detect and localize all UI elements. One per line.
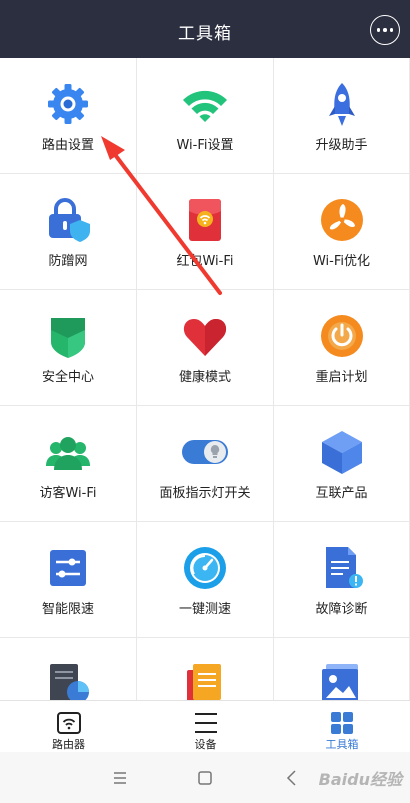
lock-shield-icon [44,196,92,244]
tool-label: 访客Wi-Fi [39,486,97,501]
menu-icon[interactable] [108,766,132,790]
tool-label: 智能限速 [41,602,94,617]
tool-connected-products[interactable]: 互联产品 [274,406,410,522]
list-menu-icon [193,710,219,736]
fan-icon [318,196,366,244]
more-dot-icon [383,28,387,32]
tools-grid: 路由设置 Wi-Fi设置 升级助手 防蹭网 红包Wi-Fi Wi-Fi优化 安全… [0,58,410,700]
more-options-button[interactable] [370,15,400,45]
tool-wifi-optimize[interactable]: Wi-Fi优化 [274,174,410,290]
tool-label: Wi-Fi设置 [176,138,234,153]
image-icon [318,660,366,700]
report-chart-icon [44,660,92,700]
wifi-icon [181,80,229,128]
tool-label: Wi-Fi优化 [312,254,370,269]
tool-label: 红包Wi-Fi [176,254,234,269]
tool-wifi-settings[interactable]: Wi-Fi设置 [137,58,274,174]
tool-red-envelope-wifi[interactable]: 红包Wi-Fi [137,174,274,290]
speedometer-icon [181,544,229,592]
tool-label: 防蹭网 [48,254,88,269]
guests-icon [44,428,92,476]
tool-security-center[interactable]: 安全中心 [0,290,137,406]
rocket-icon [318,80,366,128]
tool-upgrade-assistant[interactable]: 升级助手 [274,58,410,174]
red-envelope-icon [181,196,229,244]
heart-icon [181,312,229,360]
app-header: 工具箱 [0,0,410,58]
tool-router-settings[interactable]: 路由设置 [0,58,137,174]
tool-label: 升级助手 [315,138,368,153]
router-icon [56,710,82,736]
tool-report[interactable] [0,638,137,700]
tool-notes[interactable] [137,638,274,700]
tab-label: 设备 [194,738,217,751]
tab-label: 工具箱 [325,738,359,751]
tool-smart-speed-limit[interactable]: 智能限速 [0,522,137,638]
notes-icon [181,660,229,700]
system-nav-bar: Baidu经验 [0,752,410,803]
tool-label: 一键测速 [178,602,231,617]
tab-label: 路由器 [52,738,85,751]
watermark: Baidu经验 [318,770,402,789]
tool-speed-test[interactable]: 一键测速 [137,522,274,638]
sliders-icon [44,544,92,592]
cube-icon [318,428,366,476]
tab-devices[interactable]: 设备 [137,701,274,753]
tool-label: 面板指示灯开关 [159,486,251,501]
grid-icon [329,710,355,736]
power-icon [318,312,366,360]
more-dot-icon [389,28,394,32]
shield-icon [44,312,92,360]
tool-gallery[interactable] [274,638,410,700]
tool-panel-led-switch[interactable]: 面板指示灯开关 [137,406,274,522]
tool-health-mode[interactable]: 健康模式 [137,290,274,406]
back-icon[interactable] [280,766,304,790]
tool-label: 互联产品 [315,486,368,501]
home-icon[interactable] [193,766,217,790]
tool-label: 重启计划 [315,370,368,385]
tool-reboot-plan[interactable]: 重启计划 [274,290,410,406]
tab-router[interactable]: 路由器 [0,701,137,753]
tool-label: 安全中心 [41,370,94,385]
tool-label: 故障诊断 [315,602,368,617]
tool-label: 健康模式 [178,370,231,385]
tool-label: 路由设置 [41,138,94,153]
document-alert-icon [318,544,366,592]
tab-toolbox[interactable]: 工具箱 [274,701,410,753]
tool-guest-wifi[interactable]: 访客Wi-Fi [0,406,137,522]
more-dot-icon [376,28,381,32]
gear-icon [44,80,92,128]
tool-anti-leech[interactable]: 防蹭网 [0,174,137,290]
page-title: 工具箱 [178,24,232,44]
toggle-bulb-icon [181,428,229,476]
bottom-tab-bar: 路由器 设备 工具箱 [0,700,410,752]
tool-fault-diagnosis[interactable]: 故障诊断 [274,522,410,638]
